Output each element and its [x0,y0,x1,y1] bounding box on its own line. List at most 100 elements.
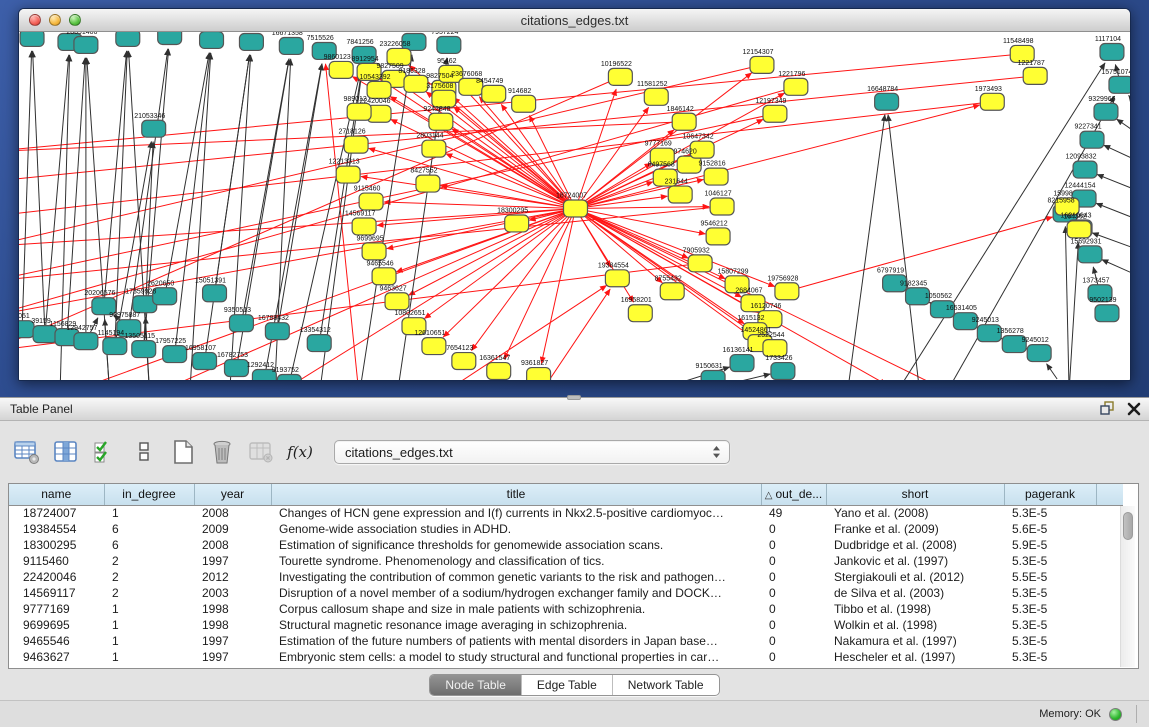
new-table-icon[interactable] [170,439,196,465]
graph-node[interactable] [1023,67,1047,84]
graph-node[interactable] [482,85,506,102]
graph-node[interactable] [416,175,440,192]
graph-node[interactable] [74,36,98,53]
tab-node-table[interactable]: Node Table [430,675,521,695]
graph-node[interactable] [277,375,301,381]
graph-node[interactable] [20,32,44,46]
column-visibility-icon[interactable] [53,439,79,465]
graph-node[interactable] [344,136,368,153]
delete-trash-icon[interactable] [209,439,235,465]
column-header-short[interactable]: short [826,484,1004,505]
tab-network-table[interactable]: Network Table [612,675,719,695]
graph-node[interactable] [193,353,217,370]
graph-node[interactable] [404,75,428,92]
table-row[interactable]: 969969511998Structural magnetic resonanc… [9,617,1123,633]
window-titlebar[interactable]: citations_edges.txt [19,9,1130,32]
column-header-out-de-[interactable]: △out_de... [761,484,826,505]
graph-node[interactable] [422,338,446,355]
graph-node[interactable] [701,371,725,381]
graph-node[interactable] [452,353,476,370]
column-header-name[interactable]: name [9,484,104,505]
graph-node[interactable] [432,90,456,107]
column-header-pagerank[interactable]: pagerank [1004,484,1096,505]
graph-node[interactable] [372,268,396,285]
graph-node[interactable] [605,270,629,287]
graph-node[interactable] [74,333,98,350]
graph-node[interactable] [710,198,734,215]
graph-node[interactable] [527,368,551,381]
network-canvas[interactable]: 1872400724055724205537182069140610653287… [19,32,1130,381]
graph-node[interactable] [362,243,386,260]
graph-node[interactable] [505,215,529,232]
table-row[interactable]: 911546021997Tourette syndrome. Phenomeno… [9,553,1123,569]
graph-node[interactable] [775,283,799,300]
table-row[interactable]: 946554611997Estimation of the future num… [9,633,1123,649]
graph-node[interactable] [1100,43,1124,60]
table-row[interactable]: 977716911998Corpus callosum shape and si… [9,601,1123,617]
memory-status-light[interactable] [1109,708,1122,721]
graph-node[interactable] [359,193,383,210]
graph-node[interactable] [367,81,391,98]
graph-node[interactable] [229,315,253,332]
graph-node[interactable] [33,326,57,343]
column-header-year[interactable]: year [194,484,271,505]
graph-node[interactable] [1073,161,1097,178]
graph-node[interactable] [1078,246,1102,263]
tab-edge-table[interactable]: Edge Table [521,675,612,695]
graph-node[interactable] [672,113,696,130]
graph-node[interactable] [660,283,684,300]
graph-node[interactable] [225,360,249,377]
graph-node[interactable] [730,355,754,372]
table-selector-dropdown[interactable]: citations_edges.txt [334,440,730,464]
graph-node[interactable] [163,346,187,363]
vertical-scrollbar[interactable] [1120,506,1135,667]
graph-node[interactable] [116,32,140,46]
graph-node[interactable] [750,56,774,73]
table-row[interactable]: 1872400712008Changes of HCN gene express… [9,505,1123,521]
select-rows-icon[interactable] [92,439,118,465]
graph-node[interactable] [265,323,289,340]
graph-node[interactable] [158,32,182,44]
table-row[interactable]: 1830029562008Estimation of significance … [9,537,1123,553]
graph-node[interactable] [487,363,511,380]
splitter-handle[interactable] [567,395,581,400]
graph-node[interactable] [771,363,795,380]
graph-node[interactable] [1095,305,1119,322]
function-builder-icon[interactable]: f(x) [287,439,313,465]
table-row[interactable]: 2242004622012Investigating the contribut… [9,569,1123,585]
graph-node[interactable] [763,105,787,122]
graph-node[interactable] [763,340,787,357]
table-row[interactable]: 946362711997Embryonic stem cells: a mode… [9,649,1123,665]
scrollbar-thumb[interactable] [1123,512,1133,540]
graph-node[interactable] [668,186,692,203]
graph-node[interactable] [1094,103,1118,120]
close-panel-icon[interactable] [1127,402,1141,421]
graph-node[interactable] [784,78,808,95]
graph-node[interactable] [336,166,360,183]
graph-node[interactable] [628,305,652,322]
table-row[interactable]: 1938455462009Genome-wide association stu… [9,521,1123,537]
graph-node[interactable] [132,341,156,358]
graph-node[interactable] [279,37,303,54]
graph-node[interactable] [704,168,728,185]
graph-node[interactable] [429,113,453,130]
graph-node[interactable] [307,335,331,352]
graph-node[interactable] [1080,131,1104,148]
float-panel-icon[interactable] [1099,401,1115,421]
table-row[interactable]: 1456911722003Disruption of a novel membe… [9,585,1123,601]
graph-node[interactable] [142,120,166,137]
graph-node[interactable] [564,200,588,217]
graph-node[interactable] [644,88,668,105]
graph-node[interactable] [200,32,224,48]
graph-node[interactable] [1027,345,1051,362]
row-height-icon[interactable] [131,439,157,465]
column-header-title[interactable]: title [271,484,761,505]
graph-node[interactable] [512,95,536,112]
column-header-in-degree[interactable]: in_degree [104,484,194,505]
network-canvas-svg[interactable]: 1872400724055724205537182069140610653287… [19,32,1130,381]
graph-node[interactable] [706,228,730,245]
graph-node[interactable] [608,68,632,85]
graph-node[interactable] [980,93,1004,110]
graph-node[interactable] [352,218,376,235]
graph-node[interactable] [239,33,263,50]
